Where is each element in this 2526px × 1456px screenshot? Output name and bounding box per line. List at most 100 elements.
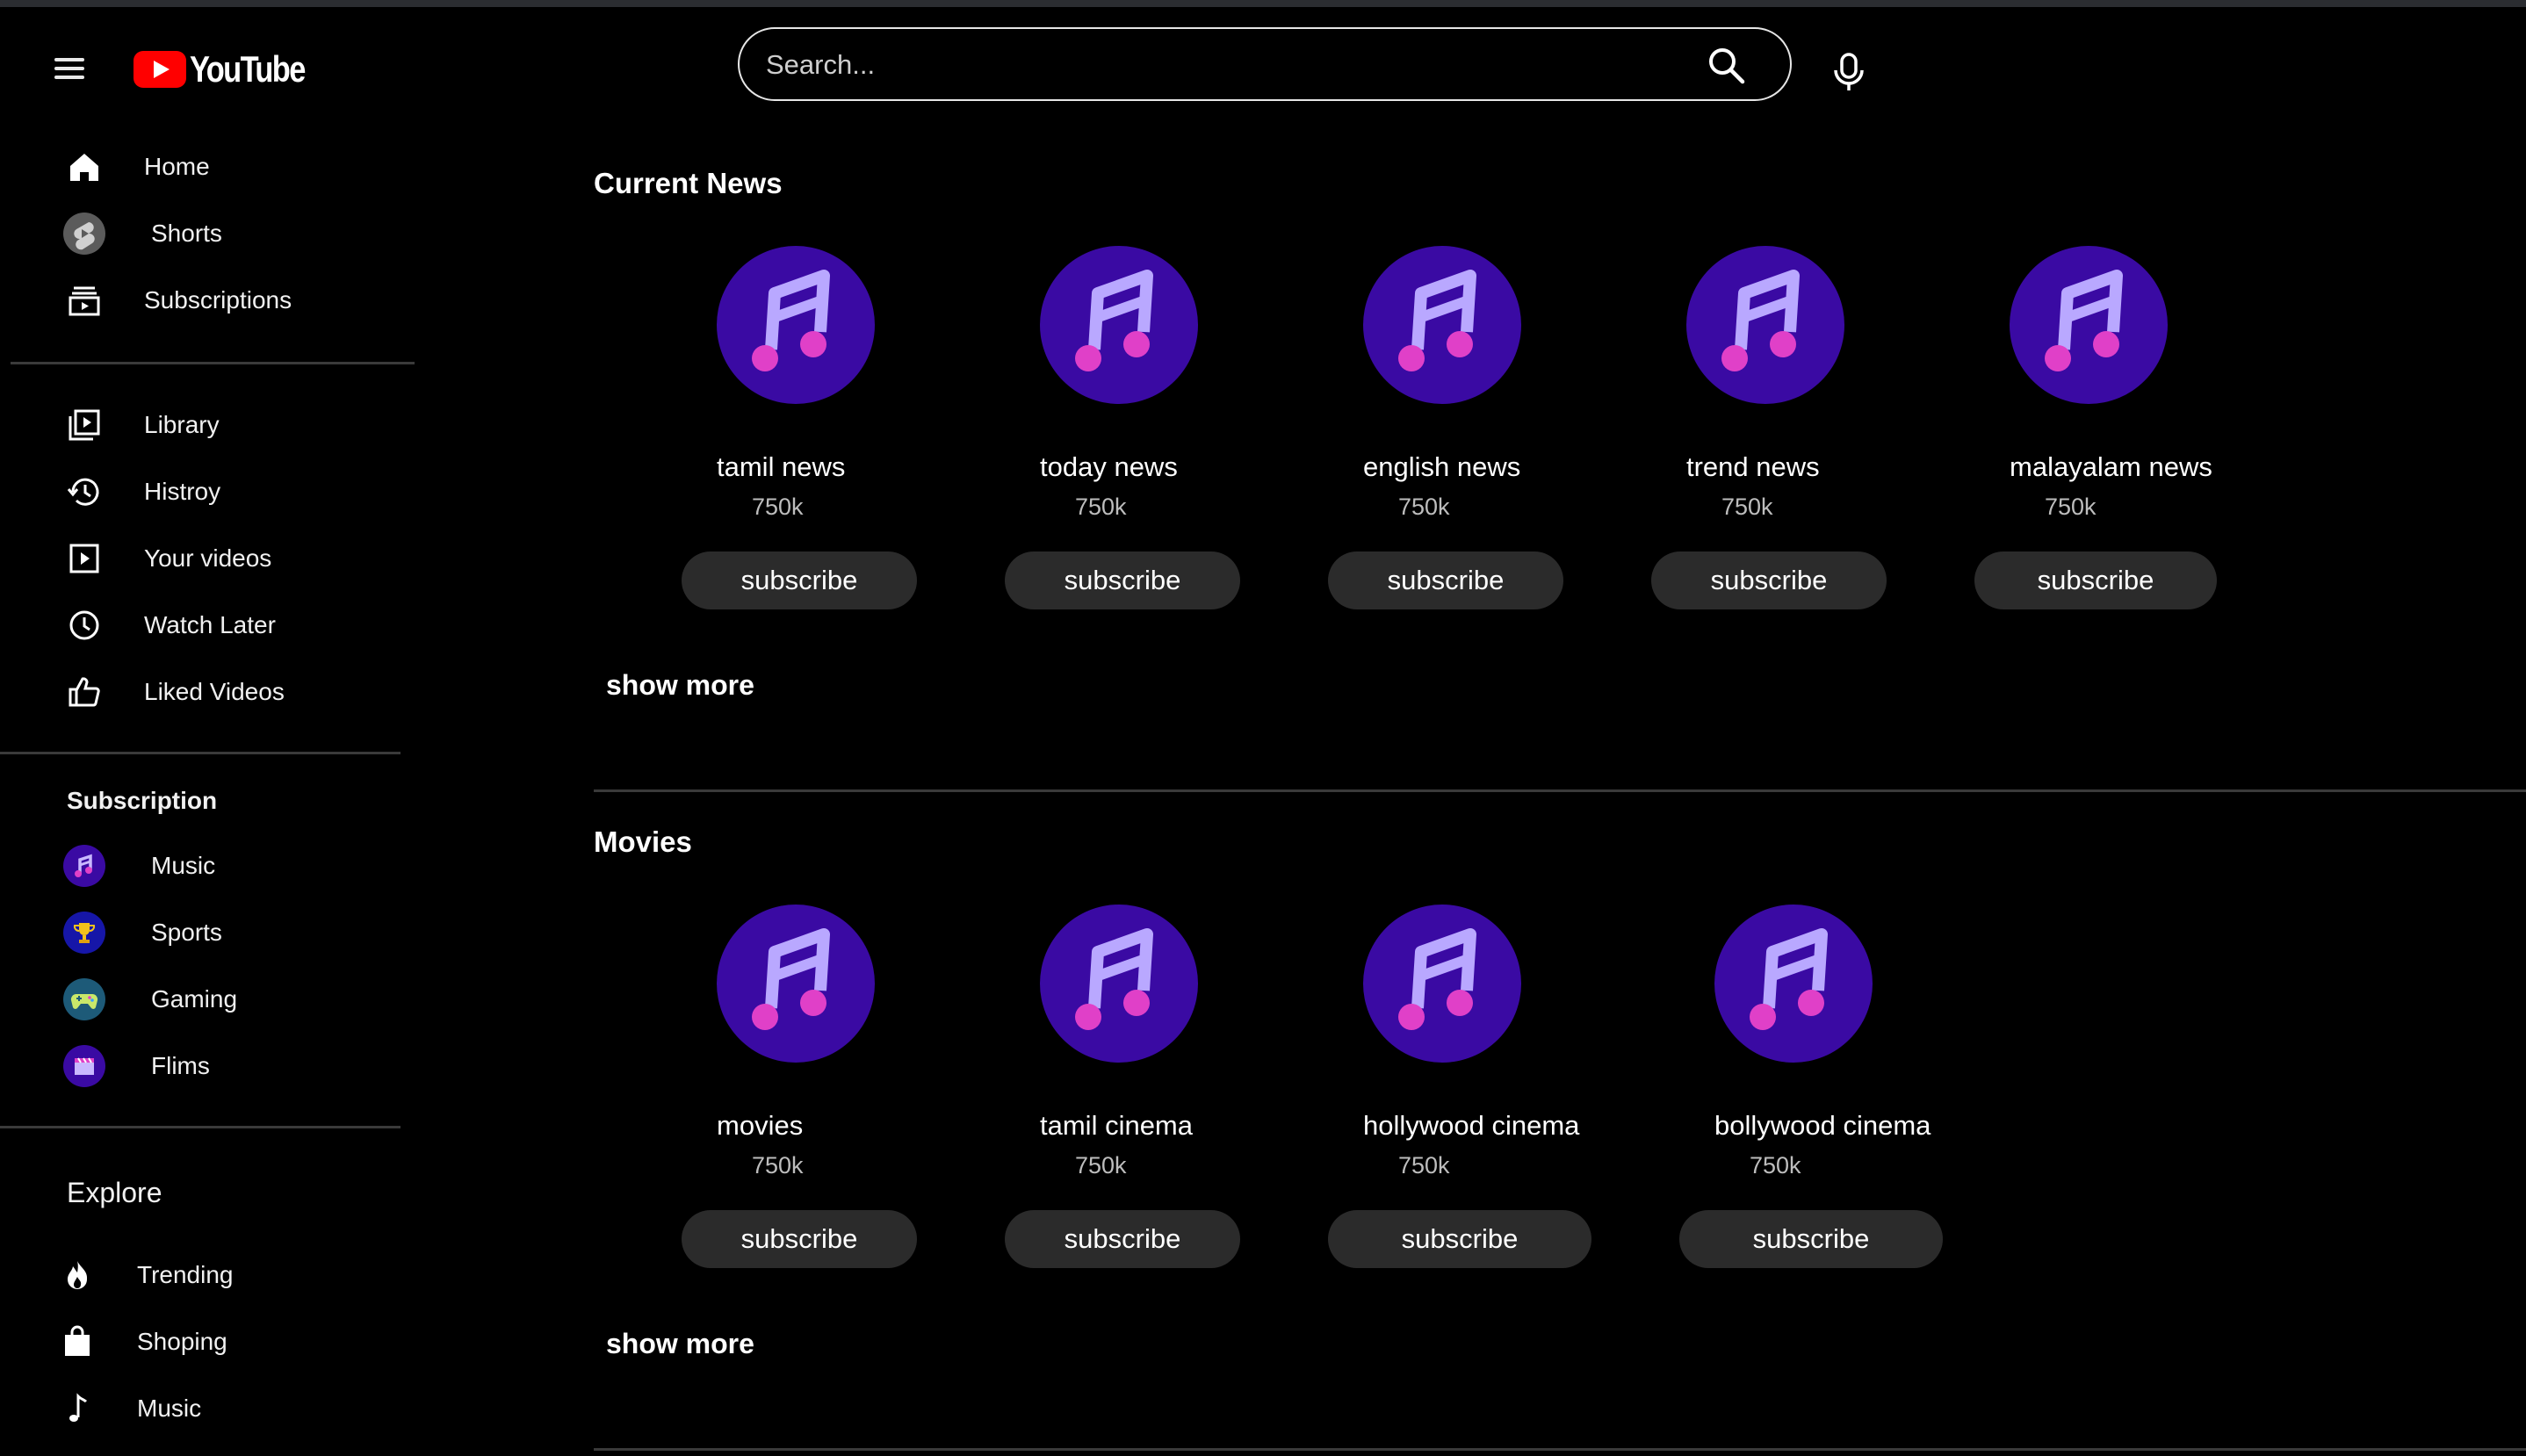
subscribe-button[interactable]: subscribe [1974,551,2217,609]
sidebar-item-watch-later[interactable]: Watch Later [61,601,413,650]
window-top-strip [0,0,2526,7]
sidebar-item-label: Library [144,411,220,438]
shopping-bag-icon [54,1319,100,1365]
sidebar-item-label: Flims [151,1052,210,1079]
channel-name[interactable]: english news [1363,451,1520,483]
logo-text: YouTube [190,48,306,90]
sidebar-item-library[interactable]: Library [61,400,413,450]
sidebar-item-label: Watch Later [144,611,276,638]
sidebar-item-home[interactable]: Home [61,142,413,191]
channel-avatar-music-note-icon[interactable] [1040,246,1198,404]
show-more-current-news[interactable]: show more [606,669,754,702]
sidebar-item-history[interactable]: Histroy [61,467,413,516]
channel-avatar-music-note-icon[interactable] [1686,246,1844,404]
sidebar-divider [11,362,415,364]
search-icon[interactable] [1707,47,1746,85]
subscriber-count: 750k [1721,494,1773,520]
thumbs-up-icon [61,669,107,715]
flame-icon [54,1252,100,1298]
subscriber-count: 750k [1398,1152,1450,1178]
sidebar-item-trending[interactable]: Trending [54,1251,406,1300]
subscriber-count: 750k [1075,494,1127,520]
sidebar-item-label: Subscriptions [144,286,292,314]
section-divider [594,1448,2526,1451]
sidebar-item-label: Trending [137,1261,234,1288]
sidebar-item-label: Music [137,1395,202,1422]
sidebar-item-shopping[interactable]: Shoping [54,1317,406,1366]
subscribe-button[interactable]: subscribe [1679,1210,1943,1268]
section-divider [594,789,2526,792]
home-icon [61,144,107,190]
library-icon [61,402,107,448]
channel-name[interactable]: tamil cinema [1040,1110,1193,1142]
sidebar-item-label: Shorts [151,220,222,247]
subscribe-button[interactable]: subscribe [1328,551,1563,609]
sidebar-item-subscriptions[interactable]: Subscriptions [61,276,413,325]
sidebar-item-label: Shoping [137,1328,227,1355]
shorts-icon [61,211,107,256]
sidebar-divider [0,752,401,754]
subscriber-count: 750k [1398,494,1450,520]
play-logo-icon [134,51,186,88]
subscriber-count: 750k [1075,1152,1127,1178]
subscriber-count: 750k [752,494,804,520]
sidebar-item-sports[interactable]: Sports [61,908,413,957]
history-icon [61,469,107,515]
sidebar-item-label: Histroy [144,478,221,505]
subscriptions-icon [61,278,107,323]
subscription-heading: Subscription [67,787,218,814]
menu-icon[interactable] [54,56,84,81]
show-more-movies[interactable]: show more [606,1328,754,1360]
channel-avatar-music-note-icon[interactable] [717,246,875,404]
sidebar-item-label: Music [151,852,216,879]
channel-name[interactable]: malayalam news [2010,451,2212,483]
clock-icon [61,602,107,648]
subscriber-count: 750k [2045,494,2097,520]
microphone-icon[interactable] [1827,49,1871,93]
subscribe-button[interactable]: subscribe [1651,551,1887,609]
channel-avatar-music-note-icon[interactable] [1040,905,1198,1063]
clapperboard-icon [63,1045,105,1087]
subscriber-count: 750k [1750,1152,1801,1178]
sidebar-item-label: Home [144,153,210,180]
section-title-current-news: Current News [594,167,783,199]
sidebar-item-shorts[interactable]: Shorts [61,209,413,258]
channel-name[interactable]: bollywood cinema [1714,1110,1931,1142]
subscribe-button[interactable]: subscribe [682,1210,917,1268]
sidebar-item-gaming[interactable]: Gaming [61,975,413,1024]
subscribe-button[interactable]: subscribe [1005,1210,1240,1268]
trophy-icon [63,912,105,954]
subscribe-button[interactable]: subscribe [682,551,917,609]
explore-heading: Explore [67,1177,162,1208]
channel-name[interactable]: tamil news [717,451,845,483]
music-note-icon [63,845,105,887]
channel-name[interactable]: today news [1040,451,1178,483]
channel-avatar-music-note-icon[interactable] [1714,905,1873,1063]
youtube-logo[interactable]: YouTube [134,48,329,90]
channel-avatar-music-note-icon[interactable] [2010,246,2168,404]
channel-avatar-music-note-icon[interactable] [1363,246,1521,404]
search-bar [738,27,1792,101]
sidebar-item-music[interactable]: Music [61,841,413,890]
section-title-movies: Movies [594,825,692,858]
channel-avatar-music-note-icon[interactable] [1363,905,1521,1063]
sidebar-item-label: Gaming [151,985,238,1013]
sidebar-item-films[interactable]: Flims [61,1042,413,1091]
music-note-icon [54,1386,100,1431]
channel-avatar-music-note-icon[interactable] [717,905,875,1063]
your-videos-icon [61,536,107,581]
subscribe-button[interactable]: subscribe [1328,1210,1591,1268]
subscriber-count: 750k [752,1152,804,1178]
channel-name[interactable]: hollywood cinema [1363,1110,1579,1142]
search-input[interactable] [766,45,1679,85]
subscribe-button[interactable]: subscribe [1005,551,1240,609]
sidebar-item-liked-videos[interactable]: Liked Videos [61,667,413,717]
sidebar-item-label: Liked Videos [144,678,285,705]
sidebar-item-explore-music[interactable]: Music [54,1384,406,1433]
sidebar-item-label: Sports [151,919,222,946]
sidebar-divider [0,1126,401,1128]
sidebar-item-your-videos[interactable]: Your videos [61,534,413,583]
channel-name[interactable]: trend news [1686,451,1820,483]
sidebar-item-label: Your videos [144,544,272,572]
channel-name[interactable]: movies [717,1110,803,1142]
